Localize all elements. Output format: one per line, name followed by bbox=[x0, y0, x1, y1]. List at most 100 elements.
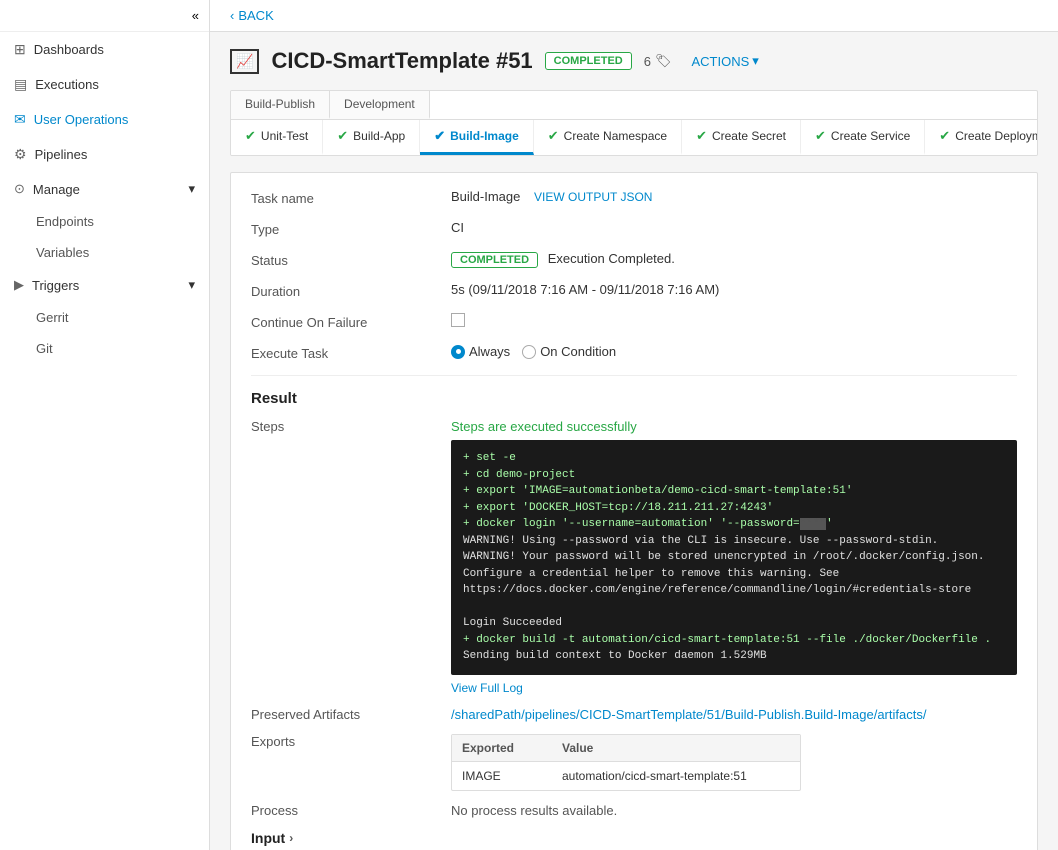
continue-on-failure-checkbox[interactable] bbox=[451, 313, 465, 327]
terminal-line: + export 'IMAGE=automationbeta/demo-cicd… bbox=[463, 483, 1005, 500]
status-badge: COMPLETED bbox=[451, 252, 538, 268]
radio-always-selected-icon bbox=[451, 345, 465, 359]
sidebar-item-endpoints[interactable]: Endpoints bbox=[0, 206, 209, 237]
manage-icon: ⊙ bbox=[14, 181, 25, 197]
status-value: COMPLETED Execution Completed. bbox=[451, 251, 1017, 268]
tab-label: Create Secret bbox=[712, 129, 786, 143]
tab-label: Build-Image bbox=[450, 129, 519, 143]
type-value: CI bbox=[451, 220, 1017, 235]
preserved-artifacts-value: /sharedPath/pipelines/CICD-SmartTemplate… bbox=[451, 707, 1017, 722]
terminal-line: + set -e bbox=[463, 450, 1005, 467]
status-label: Status bbox=[251, 251, 451, 268]
terminal-line: https://docs.docker.com/engine/reference… bbox=[463, 582, 1005, 599]
continue-on-failure-value bbox=[451, 313, 1017, 330]
radio-always[interactable]: Always bbox=[451, 344, 510, 359]
terminal-line: Sending build context to Docker daemon 1… bbox=[463, 648, 1005, 665]
pipeline-section-build-publish: Build-Publish bbox=[231, 91, 330, 119]
view-full-log-link[interactable]: View Full Log bbox=[451, 681, 523, 695]
terminal-line: + docker build -t automation/cicd-smart-… bbox=[463, 632, 1005, 649]
sidebar-item-dashboards[interactable]: ⊞ Dashboards bbox=[0, 32, 209, 67]
status-text: Execution Completed. bbox=[548, 251, 675, 266]
sidebar-group-manage[interactable]: ⊙ Manage ▾ bbox=[0, 172, 209, 206]
sidebar-item-label: Dashboards bbox=[34, 42, 104, 57]
result-row-exports: Exports Exported Value IMAGE automation/… bbox=[251, 734, 1017, 791]
process-label: Process bbox=[251, 803, 451, 818]
tab-label: Build-App bbox=[353, 129, 405, 143]
back-button[interactable]: ‹ BACK bbox=[230, 8, 274, 23]
result-row-process: Process No process results available. bbox=[251, 803, 1017, 818]
tab-build-image[interactable]: ✔ Build-Image bbox=[420, 120, 534, 155]
detail-row-task-name: Task name Build-Image VIEW OUTPUT JSON bbox=[251, 189, 1017, 206]
pipeline-section-development: Development bbox=[330, 91, 430, 119]
actions-button[interactable]: ACTIONS ▾ bbox=[691, 53, 758, 69]
tab-create-secret[interactable]: ✔ Create Secret bbox=[682, 120, 801, 155]
duration-label: Duration bbox=[251, 282, 451, 299]
sidebar-item-gerrit[interactable]: Gerrit bbox=[0, 302, 209, 333]
radio-on-condition-icon bbox=[522, 345, 536, 359]
preserved-artifacts-label: Preserved Artifacts bbox=[251, 707, 451, 722]
exports-table-header: Exported Value bbox=[452, 735, 800, 762]
collapse-icon: « bbox=[192, 8, 199, 23]
detail-row-type: Type CI bbox=[251, 220, 1017, 237]
tab-create-service[interactable]: ✔ Create Service bbox=[801, 120, 925, 155]
main-content: ‹ BACK 📈 CICD-SmartTemplate #51 COMPLETE… bbox=[210, 0, 1058, 850]
tab-build-app[interactable]: ✔ Build-App bbox=[323, 120, 420, 155]
tag-count: 6 🏷 bbox=[644, 53, 672, 69]
triggers-icon: ▶ bbox=[14, 277, 24, 293]
terminal-line: + export 'DOCKER_HOST=tcp://18.211.211.2… bbox=[463, 500, 1005, 517]
detail-row-status: Status COMPLETED Execution Completed. bbox=[251, 251, 1017, 268]
terminal-line: Configure a credential helper to remove … bbox=[463, 566, 1005, 583]
input-expand-button[interactable]: Input › bbox=[251, 830, 1017, 846]
completed-badge: COMPLETED bbox=[545, 52, 632, 70]
terminal-line: + docker login '--username=automation' '… bbox=[463, 516, 1005, 533]
result-row-steps: Steps Steps are executed successfully + … bbox=[251, 419, 1017, 695]
manage-chevron-icon: ▾ bbox=[188, 181, 195, 197]
tab-label: Create Service bbox=[831, 129, 910, 143]
exports-table: Exported Value IMAGE automation/cicd-sma… bbox=[451, 734, 801, 791]
radio-on-condition[interactable]: On Condition bbox=[522, 344, 616, 359]
radio-always-label: Always bbox=[469, 344, 510, 359]
duration-value: 5s (09/11/2018 7:16 AM - 09/11/2018 7:16… bbox=[451, 282, 1017, 297]
pipeline-sections: Build-Publish Development bbox=[231, 91, 1037, 120]
gerrit-label: Gerrit bbox=[36, 310, 69, 325]
tab-unit-test[interactable]: ✔ Unit-Test bbox=[231, 120, 323, 155]
process-value: No process results available. bbox=[451, 803, 1017, 818]
sidebar-item-executions[interactable]: ▤ Executions bbox=[0, 67, 209, 102]
sidebar: « ⊞ Dashboards ▤ Executions ✉ User Opera… bbox=[0, 0, 210, 850]
exports-row-exported: IMAGE bbox=[462, 769, 562, 783]
sidebar-item-user-operations[interactable]: ✉ User Operations bbox=[0, 102, 209, 137]
terminal-line: WARNING! Your password will be stored un… bbox=[463, 549, 1005, 566]
sidebar-item-pipelines[interactable]: ⚙ Pipelines bbox=[0, 137, 209, 172]
exports-table-row: IMAGE automation/cicd-smart-template:51 bbox=[452, 762, 800, 790]
dashboards-icon: ⊞ bbox=[14, 41, 26, 58]
check-icon: ✔ bbox=[245, 128, 256, 144]
pipelines-icon: ⚙ bbox=[14, 146, 27, 163]
exports-row-value: automation/cicd-smart-template:51 bbox=[562, 769, 790, 783]
radio-on-condition-label: On Condition bbox=[540, 344, 616, 359]
tab-label: Create Namespace bbox=[564, 129, 667, 143]
view-output-json-link[interactable]: VIEW OUTPUT JSON bbox=[534, 190, 652, 204]
steps-value: Steps are executed successfully + set -e… bbox=[451, 419, 1017, 695]
type-label: Type bbox=[251, 220, 451, 237]
exports-value: Exported Value IMAGE automation/cicd-sma… bbox=[451, 734, 1017, 791]
git-label: Git bbox=[36, 341, 53, 356]
user-operations-icon: ✉ bbox=[14, 111, 26, 128]
tab-create-namespace[interactable]: ✔ Create Namespace bbox=[534, 120, 682, 155]
input-chevron-icon: › bbox=[289, 831, 293, 845]
triggers-chevron-icon: ▾ bbox=[188, 277, 195, 293]
sidebar-collapse-button[interactable]: « bbox=[0, 0, 209, 32]
tab-label: Create Deployment bbox=[955, 129, 1037, 143]
terminal-line: + cd demo-project bbox=[463, 467, 1005, 484]
actions-chevron-icon: ▾ bbox=[752, 53, 759, 69]
exports-label: Exports bbox=[251, 734, 451, 749]
sidebar-item-git[interactable]: Git bbox=[0, 333, 209, 364]
sidebar-item-variables[interactable]: Variables bbox=[0, 237, 209, 268]
detail-row-duration: Duration 5s (09/11/2018 7:16 AM - 09/11/… bbox=[251, 282, 1017, 299]
tab-create-deployment[interactable]: ✔ Create Deployment bbox=[925, 120, 1037, 155]
detail-row-continue-on-failure: Continue On Failure bbox=[251, 313, 1017, 330]
sidebar-group-triggers[interactable]: ▶ Triggers ▾ bbox=[0, 268, 209, 302]
endpoints-label: Endpoints bbox=[36, 214, 94, 229]
triggers-label: Triggers bbox=[32, 278, 79, 293]
detail-row-execute-task: Execute Task Always On Condition bbox=[251, 344, 1017, 361]
manage-label: Manage bbox=[33, 182, 80, 197]
